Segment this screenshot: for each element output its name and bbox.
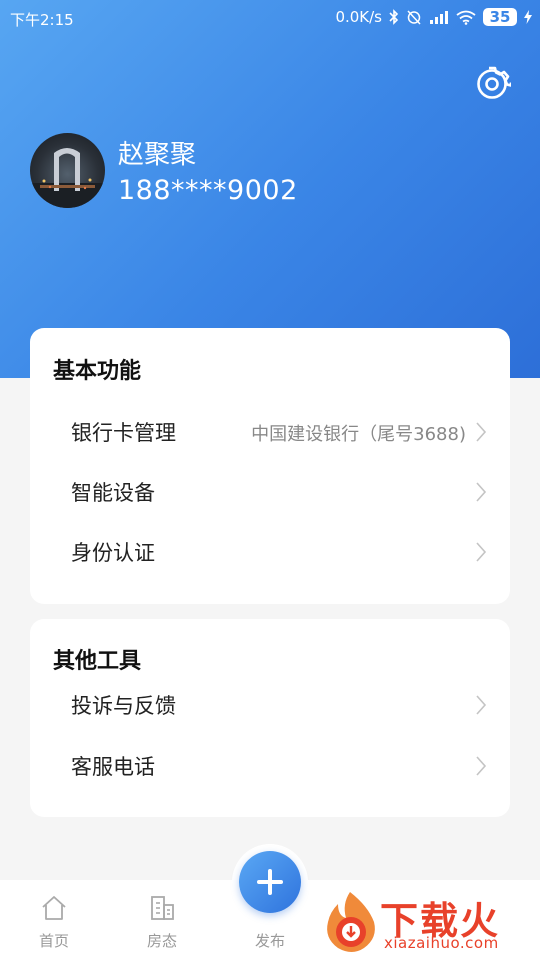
gear-icon: [477, 66, 511, 99]
flame-logo-icon: [327, 892, 375, 952]
chevron-right-icon: [476, 482, 487, 502]
status-icons: 0.0K/s 35: [335, 8, 532, 26]
bluetooth-icon: [389, 9, 399, 25]
watermark-url: xiazaihuo.com: [384, 934, 499, 952]
user-phone: 188****9002: [118, 175, 298, 206]
tab-room-status[interactable]: 房态: [112, 880, 212, 960]
identity-verification-item[interactable]: 身份认证: [30, 523, 510, 579]
status-bar: 下午2:15 0.0K/s 35: [0, 0, 540, 36]
settings-button[interactable]: [472, 64, 512, 104]
battery-icon: 35: [483, 8, 517, 26]
chevron-right-icon: [476, 756, 487, 776]
tab-home-label: 首页: [38, 932, 69, 950]
watermark: 下载火 xiazaihuo.com: [318, 888, 534, 956]
other-tools-title: 其他工具: [53, 649, 142, 674]
smart-device-label: 智能设备: [71, 481, 155, 505]
charging-icon: [524, 10, 532, 24]
network-speed: 0.0K/s: [335, 8, 382, 26]
customer-service-phone-item[interactable]: 客服电话: [30, 737, 510, 793]
building-icon: [151, 896, 174, 920]
smart-device-item[interactable]: 智能设备: [30, 463, 510, 519]
plus-icon: [257, 869, 283, 895]
chevron-right-icon: [476, 542, 487, 562]
alarm-off-icon: [407, 10, 421, 25]
bank-card-management-item[interactable]: 银行卡管理 中国建设银行（尾号3688): [30, 403, 510, 459]
user-name: 赵聚聚: [118, 140, 197, 170]
avatar[interactable]: [30, 133, 105, 208]
avatar-image: [30, 148, 105, 208]
status-time: 下午2:15: [10, 11, 74, 29]
basic-functions-card: 基本功能 银行卡管理 中国建设银行（尾号3688) 智能设备 身份认证: [30, 328, 510, 604]
tab-home[interactable]: 首页: [4, 880, 104, 960]
basic-functions-title: 基本功能: [53, 359, 142, 384]
signal-icon: [430, 11, 448, 24]
tab-room-status-label: 房态: [146, 932, 177, 950]
bank-card-value: 中国建设银行（尾号3688): [251, 424, 466, 445]
chevron-right-icon: [476, 695, 487, 715]
tab-publish-label: 发布: [254, 932, 285, 950]
other-tools-card: 其他工具 投诉与反馈 客服电话: [30, 619, 510, 817]
bank-card-management-label: 银行卡管理: [71, 421, 176, 445]
identity-verification-label: 身份认证: [71, 541, 155, 565]
customer-service-phone-label: 客服电话: [71, 755, 155, 779]
wifi-icon: [456, 10, 476, 25]
complaint-feedback-label: 投诉与反馈: [71, 694, 176, 718]
publish-button[interactable]: [239, 851, 301, 913]
chevron-right-icon: [476, 422, 487, 442]
complaint-feedback-item[interactable]: 投诉与反馈: [30, 676, 510, 732]
home-icon: [42, 896, 66, 920]
